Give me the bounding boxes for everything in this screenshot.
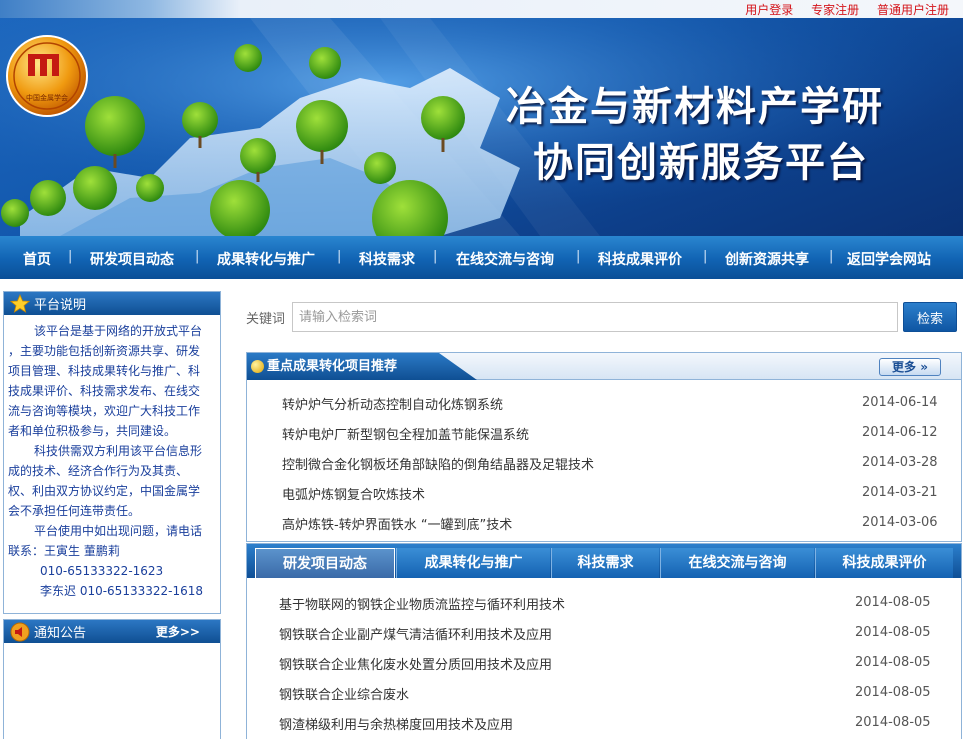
tab-bar: 研发项目动态 成果转化与推广 科技需求 在线交流与咨询 科技成果评价 <box>247 544 961 578</box>
main-nav: 首页 | 研发项目动态 | 成果转化与推广 | 科技需求 | 在线交流与咨询 |… <box>0 236 963 279</box>
tab-consult[interactable]: 在线交流与咨询 <box>660 548 814 578</box>
news-item-title[interactable]: 钢铁联合企业副产煤气清洁循环利用技术及应用 <box>279 624 552 643</box>
platform-panel-title: 平台说明 <box>34 298 87 313</box>
news-item-date: 2014-08-05 <box>855 715 931 730</box>
search-input[interactable] <box>292 302 898 332</box>
nav-separator: | <box>68 249 73 264</box>
platform-text-line: 科技供需双方利用该平台信息形 <box>34 444 203 458</box>
featured-title: 重点成果转化项目推荐 <box>267 359 398 374</box>
nav-separator: | <box>576 249 581 264</box>
nav-resources[interactable]: 创新资源共享 <box>725 249 809 269</box>
featured-item-title[interactable]: 电弧炉炼钢复合吹炼技术 <box>282 484 425 503</box>
nav-separator: | <box>703 249 708 264</box>
news-item-date: 2014-08-05 <box>855 625 931 640</box>
news-item-title[interactable]: 钢渣梯级利用与余热梯度回用技术及应用 <box>279 714 513 733</box>
featured-title-tab: 重点成果转化项目推荐 <box>247 353 477 380</box>
user-register-link[interactable]: 普通用户注册 <box>877 3 949 17</box>
platform-text-line: 该平台是基于网络的开放式平台 <box>34 324 203 338</box>
featured-item-title[interactable]: 转炉炉气分析动态控制自动化炼钢系统 <box>282 394 503 413</box>
news-item-title[interactable]: 钢铁联合企业综合废水 <box>279 684 409 703</box>
nav-society-site[interactable]: 返回学会网站 <box>847 249 931 269</box>
nav-home[interactable]: 首页 <box>23 249 51 269</box>
news-item-title[interactable]: 基于物联网的钢铁企业物质流监控与循环利用技术 <box>279 594 565 613</box>
nav-evaluation[interactable]: 科技成果评价 <box>598 249 682 269</box>
contact-phone: 010-65133322-1623 <box>40 564 164 578</box>
contact-phone: 李东迟 010-65133322-1618 <box>40 584 203 598</box>
platform-text-line: 技成果评价、科技需求发布、在线交 <box>8 384 201 398</box>
featured-item-title[interactable]: 转炉电炉厂新型钢包全程加盖节能保温系统 <box>282 424 529 443</box>
featured-item-date: 2014-06-12 <box>862 425 938 440</box>
platform-text-line: 项目管理、科技成果转化与推广、科 <box>8 364 201 378</box>
header-banner: 中国金属学会 冶金与新材料产学研 协同创新服务平台 <box>0 18 963 236</box>
platform-text-line: 联系：王寅生 董鹏莉 <box>8 544 120 558</box>
platform-panel-header: 平台说明 <box>4 292 220 315</box>
platform-text-line: 权、利由双方协议约定，中国金属学 <box>8 484 201 498</box>
top-bar: 用户登录 专家注册 普通用户注册 <box>0 0 963 18</box>
tab-demand[interactable]: 科技需求 <box>551 548 659 578</box>
news-item-date: 2014-08-05 <box>855 685 931 700</box>
platform-text-line: ，主要功能包括创新资源共享、研发 <box>8 344 201 358</box>
top-links: 用户登录 专家注册 普通用户注册 <box>731 1 949 18</box>
featured-item-date: 2014-03-28 <box>862 455 938 470</box>
platform-text-line: 会不承担任何连带责任。 <box>8 504 141 518</box>
login-link[interactable]: 用户登录 <box>745 3 793 17</box>
nav-separator: | <box>337 249 342 264</box>
tab-evaluation[interactable]: 科技成果评价 <box>815 548 953 578</box>
news-item-date: 2014-08-05 <box>855 655 931 670</box>
featured-item-title[interactable]: 控制微合金化钢板坯角部缺陷的倒角结晶器及足辊技术 <box>282 454 594 473</box>
double-chevron-right-icon: » <box>916 360 928 374</box>
platform-text-line: 成的技术、经济合作行为及其责、 <box>8 464 189 478</box>
featured-item-title[interactable]: 高炉炼铁-转炉界面铁水 “一罐到底”技术 <box>282 514 512 533</box>
nav-separator: | <box>433 249 438 264</box>
featured-header: 重点成果转化项目推荐 更多 » <box>247 353 961 380</box>
featured-item-date: 2014-03-21 <box>862 485 938 500</box>
platform-text-line: 者和单位积极参与，共同建设。 <box>8 424 177 438</box>
notice-panel: 通知公告 更多>> <box>3 619 221 739</box>
bullet-icon <box>251 360 264 373</box>
star-icon <box>10 293 30 313</box>
logo-text: 中国金属学会 <box>26 93 68 102</box>
nav-demand[interactable]: 科技需求 <box>359 249 415 269</box>
featured-more-label: 更多 <box>892 360 917 374</box>
featured-item-date: 2014-03-06 <box>862 515 938 530</box>
search-button[interactable]: 检索 <box>903 302 957 332</box>
platform-text-line: 流与咨询等模块，欢迎广大科技工作 <box>8 404 201 418</box>
news-item-date: 2014-08-05 <box>855 595 931 610</box>
featured-more-button[interactable]: 更多 » <box>879 358 941 376</box>
search-label: 关键词 <box>246 312 286 327</box>
notice-more-link[interactable]: 更多>> <box>156 623 200 640</box>
platform-description: 该平台是基于网络的开放式平台 ，主要功能包括创新资源共享、研发 项目管理、科技成… <box>4 315 220 601</box>
nav-transfer[interactable]: 成果转化与推广 <box>217 249 315 269</box>
platform-panel: 平台说明 该平台是基于网络的开放式平台 ，主要功能包括创新资源共享、研发 项目管… <box>3 291 221 614</box>
platform-text-line: 平台使用中如出现问题，请电话 <box>34 524 203 538</box>
tabbed-news-box: 研发项目动态 成果转化与推广 科技需求 在线交流与咨询 科技成果评价 基于物联网… <box>246 543 962 739</box>
nav-rd-projects[interactable]: 研发项目动态 <box>90 249 174 269</box>
banner-title-line1: 冶金与新材料产学研 <box>506 83 884 130</box>
nav-separator: | <box>195 249 200 264</box>
notice-panel-title: 通知公告 <box>34 626 87 641</box>
tab-transfer[interactable]: 成果转化与推广 <box>396 548 550 578</box>
speaker-icon <box>10 622 30 641</box>
news-item-title[interactable]: 钢铁联合企业焦化废水处置分质回用技术及应用 <box>279 654 552 673</box>
notice-panel-header: 通知公告 更多>> <box>4 620 220 643</box>
tab-rd-projects[interactable]: 研发项目动态 <box>255 548 395 578</box>
expert-register-link[interactable]: 专家注册 <box>811 3 859 17</box>
nav-separator: | <box>829 249 834 264</box>
banner-title-line2: 协同创新服务平台 <box>533 139 869 186</box>
nav-consult[interactable]: 在线交流与咨询 <box>456 249 554 269</box>
featured-projects-box: 重点成果转化项目推荐 更多 » 转炉炉气分析动态控制自动化炼钢系统 2014-0… <box>246 352 962 542</box>
featured-item-date: 2014-06-14 <box>862 395 938 410</box>
